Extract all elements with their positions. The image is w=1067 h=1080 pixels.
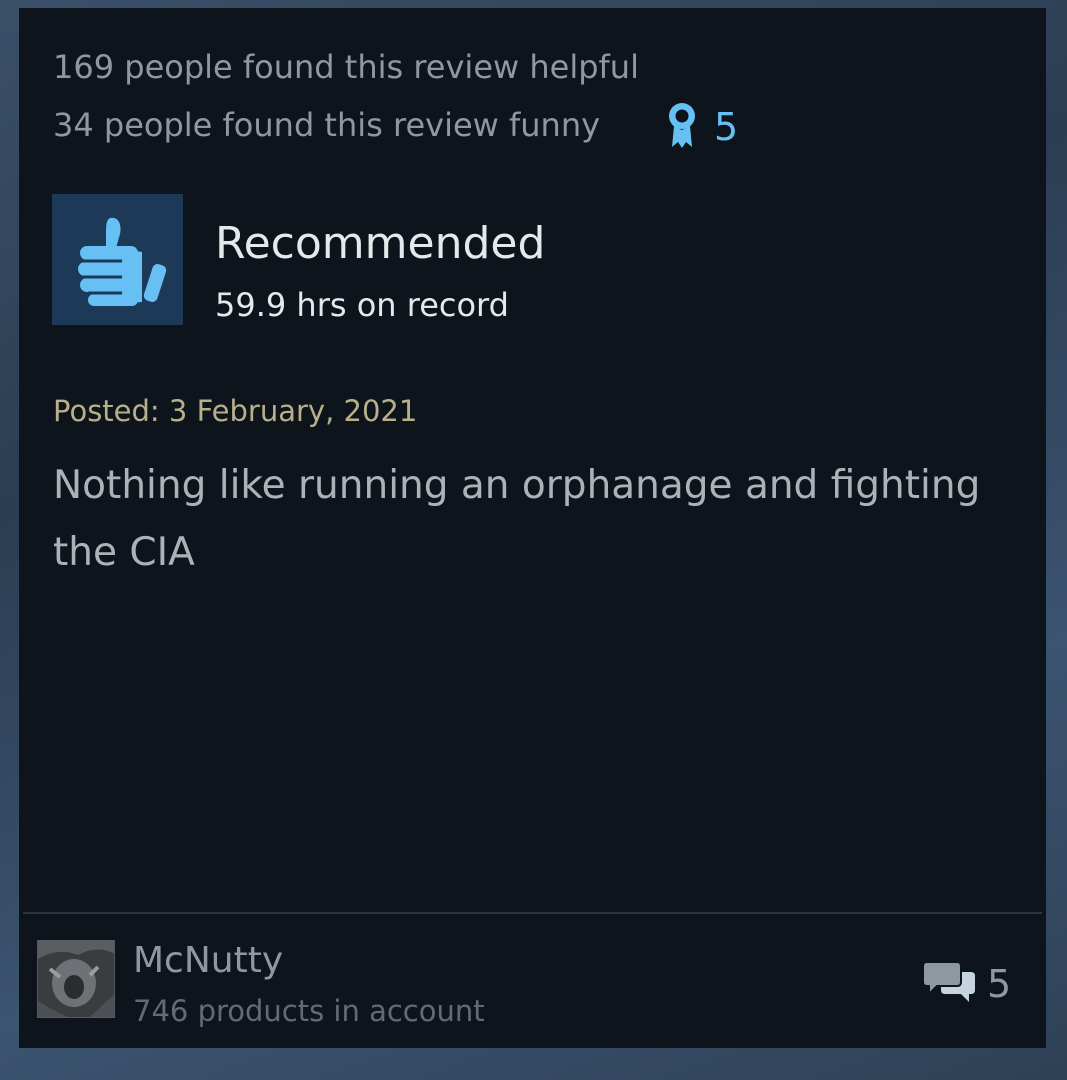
comments-button[interactable]: 5 xyxy=(922,958,1012,1010)
thumbs-up-badge xyxy=(52,194,183,325)
posted-date: Posted: 3 February, 2021 xyxy=(53,394,418,428)
recommendation-label[interactable]: Recommended xyxy=(215,218,545,269)
funny-count-text: 34 people found this review funny xyxy=(53,106,601,144)
helpful-count-text: 169 people found this review helpful xyxy=(53,48,639,86)
avatar[interactable] xyxy=(37,940,115,1018)
author-name[interactable]: McNutty xyxy=(133,940,283,981)
review-card: 169 people found this review helpful 34 … xyxy=(19,8,1046,1048)
award-count: 5 xyxy=(714,105,739,149)
award-badge[interactable]: 5 xyxy=(664,100,738,154)
review-body: Nothing like running an orphanage and fi… xyxy=(53,463,981,575)
comment-count: 5 xyxy=(987,962,1012,1006)
award-ribbon-icon xyxy=(664,100,700,154)
comments-icon xyxy=(922,958,975,1010)
author-products-count: 746 products in account xyxy=(133,994,485,1028)
hours-on-record: 59.9 hrs on record xyxy=(215,286,509,324)
thumbs-up-icon xyxy=(66,206,170,314)
footer-divider xyxy=(23,912,1042,914)
